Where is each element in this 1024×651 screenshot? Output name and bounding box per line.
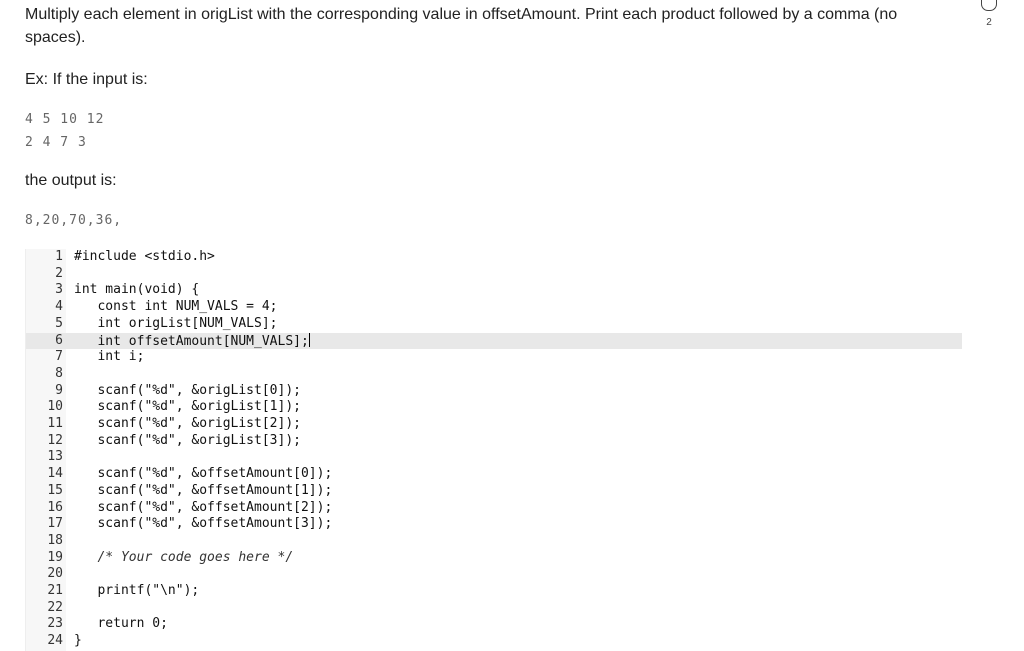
code-line[interactable]: 2 <box>26 266 962 283</box>
sample-input-line-1: 4 5 10 12 <box>25 112 105 127</box>
line-number: 14 <box>47 466 63 482</box>
code-text[interactable]: scanf("%d", &offsetAmount[2]); <box>74 500 332 517</box>
code-line[interactable]: 22 <box>26 600 962 617</box>
line-number: 12 <box>47 432 63 448</box>
line-number: 9 <box>55 382 63 398</box>
code-text[interactable]: } <box>74 633 82 650</box>
code-line[interactable]: 20 <box>26 566 962 583</box>
code-text[interactable]: scanf("%d", &origList[3]); <box>74 433 301 450</box>
code-text[interactable]: scanf("%d", &offsetAmount[3]); <box>74 516 332 533</box>
points-badge: 2 <box>978 0 1000 28</box>
line-number: 4 <box>55 299 63 315</box>
line-number: 5 <box>55 315 63 331</box>
code-text[interactable]: int origList[NUM_VALS]; <box>74 316 277 333</box>
line-number: 8 <box>55 365 63 381</box>
line-number: 6 <box>55 332 63 348</box>
sample-output-line: 8,20,70,36, <box>25 213 123 228</box>
code-text[interactable]: /* Your code goes here */ <box>74 550 293 567</box>
line-number: 1 <box>55 249 63 264</box>
example-label: Ex: If the input is: <box>25 71 148 88</box>
line-number: 3 <box>55 282 63 298</box>
code-line[interactable]: 15 scanf("%d", &offsetAmount[1]); <box>26 483 962 500</box>
code-text[interactable]: printf("\n"); <box>74 583 199 600</box>
code-text[interactable]: #include <stdio.h> <box>74 249 215 266</box>
code-line[interactable]: 1 #include <stdio.h> <box>26 249 962 266</box>
code-text[interactable]: int offsetAmount[NUM_VALS]; <box>74 332 310 351</box>
sample-input-line-2: 2 4 7 3 <box>25 135 87 150</box>
line-number: 20 <box>47 566 63 582</box>
line-number: 22 <box>47 599 63 615</box>
line-number: 7 <box>55 349 63 365</box>
badge-count: 2 <box>986 17 992 28</box>
code-line[interactable]: 24} <box>26 633 962 650</box>
line-number: 15 <box>47 482 63 498</box>
line-number: 17 <box>47 516 63 532</box>
code-text[interactable]: return 0; <box>74 616 167 633</box>
badge-icon <box>981 0 997 11</box>
code-line[interactable]: 5 int origList[NUM_VALS]; <box>26 316 962 333</box>
code-line[interactable]: 8 <box>26 366 962 383</box>
code-text[interactable]: scanf("%d", &origList[1]); <box>74 399 301 416</box>
line-number: 13 <box>47 449 63 465</box>
code-line[interactable]: 13 <box>26 449 962 466</box>
code-line[interactable]: 7 int i; <box>26 349 962 366</box>
code-line[interactable]: 21 printf("\n"); <box>26 583 962 600</box>
code-line[interactable]: 12 scanf("%d", &origList[3]); <box>26 433 962 450</box>
line-number: 16 <box>47 499 63 515</box>
code-text[interactable]: scanf("%d", &origList[2]); <box>74 416 301 433</box>
problem-prompt: Multiply each element in origList with t… <box>25 6 898 46</box>
line-number: 23 <box>47 616 63 632</box>
code-text[interactable]: scanf("%d", &offsetAmount[1]); <box>74 483 332 500</box>
code-line[interactable]: 6 int offsetAmount[NUM_VALS]; <box>26 332 962 351</box>
code-line[interactable]: 4 const int NUM_VALS = 4; <box>26 299 962 316</box>
line-number: 11 <box>47 416 63 431</box>
output-label: the output is: <box>25 172 117 189</box>
code-line[interactable]: 16 scanf("%d", &offsetAmount[2]); <box>26 500 962 517</box>
code-text[interactable]: int main(void) { <box>74 282 199 299</box>
line-number: 2 <box>55 265 63 281</box>
code-line[interactable]: 11 scanf("%d", &origList[2]); <box>26 416 962 433</box>
code-text[interactable]: const int NUM_VALS = 4; <box>74 299 277 316</box>
code-text[interactable]: scanf("%d", &origList[0]); <box>74 383 301 400</box>
line-number: 10 <box>47 399 63 415</box>
code-line[interactable]: 17 scanf("%d", &offsetAmount[3]); <box>26 516 962 533</box>
code-line[interactable]: 9 scanf("%d", &origList[0]); <box>26 383 962 400</box>
code-text[interactable]: scanf("%d", &offsetAmount[0]); <box>74 466 332 483</box>
code-line[interactable]: 19 /* Your code goes here */ <box>26 550 962 567</box>
code-line[interactable]: 14 scanf("%d", &offsetAmount[0]); <box>26 466 962 483</box>
code-editor[interactable]: 1 #include <stdio.h> 2 3 int main(void) {4 c… <box>25 249 962 651</box>
text-cursor <box>308 332 310 347</box>
line-number: 24 <box>47 633 63 649</box>
code-line[interactable]: 18 <box>26 533 962 550</box>
line-number: 21 <box>47 583 63 598</box>
code-line[interactable]: 23 return 0; <box>26 616 962 633</box>
code-line[interactable]: 3 int main(void) { <box>26 282 962 299</box>
line-number: 18 <box>47 532 63 548</box>
code-line[interactable]: 10 scanf("%d", &origList[1]); <box>26 399 962 416</box>
code-text[interactable]: int i; <box>74 349 144 366</box>
line-number: 19 <box>47 549 63 565</box>
